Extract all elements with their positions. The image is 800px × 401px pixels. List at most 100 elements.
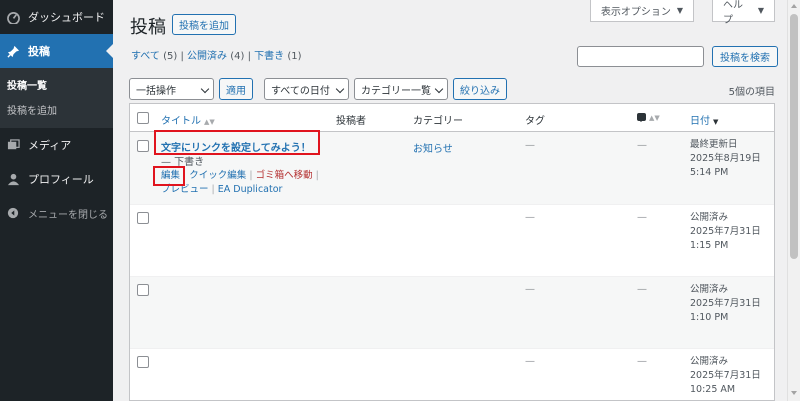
- table-header: タイトル ▲▼ 投稿者 カテゴリー タグ ▲▼ 日付 ▼: [130, 104, 774, 132]
- quick-edit-link[interactable]: クイック編集: [189, 170, 246, 181]
- column-tags: タグ: [525, 116, 545, 127]
- filter-drafts-count: (1): [287, 51, 302, 62]
- post-tags: —: [525, 356, 535, 367]
- row-checkbox[interactable]: [137, 140, 149, 152]
- post-date: 公開済み 2025年7月31日 1:10 PM: [690, 283, 761, 325]
- user-icon: [6, 172, 20, 186]
- highlight-box-edit: [153, 166, 185, 186]
- separator: |: [315, 170, 319, 181]
- filter-published-count: (4): [230, 51, 245, 62]
- sort-icon: ▲▼: [204, 118, 215, 126]
- sidebar-item-media[interactable]: メディア: [0, 128, 113, 162]
- submenu-all-posts[interactable]: 投稿一覧: [0, 72, 113, 97]
- highlight-box-title: [154, 130, 320, 155]
- screen-options-button[interactable]: 表示オプション ▼: [589, 0, 694, 22]
- sidebar-item-dashboard[interactable]: ダッシュボード: [0, 0, 113, 34]
- post-status: 公開済み: [690, 212, 729, 223]
- post-status: 公開済み: [690, 284, 729, 295]
- post-comments: —: [637, 140, 647, 151]
- items-count: 5個の項目: [728, 87, 775, 98]
- table-row: — — 公開済み 2025年7月31日 1:10 PM: [130, 277, 774, 349]
- bulk-action-select[interactable]: 一括操作: [129, 78, 214, 100]
- scrollbar-thumb[interactable]: [790, 14, 798, 259]
- post-time: 1:10 PM: [690, 312, 729, 323]
- table-row: — — 公開済み 2025年7月31日 10:25 AM: [130, 349, 774, 400]
- status-filter-links: すべて (5) | 公開済み (4) | 下書き (1): [131, 47, 301, 62]
- select-all-checkbox[interactable]: [137, 112, 149, 124]
- post-comments: —: [637, 356, 647, 367]
- scroll-down-icon[interactable]: [791, 391, 797, 395]
- filter-all-link[interactable]: すべて: [131, 51, 160, 62]
- filter-button[interactable]: 絞り込み: [453, 78, 507, 100]
- help-button[interactable]: ヘルプ ▼: [712, 0, 775, 26]
- column-comments[interactable]: ▲▼: [637, 112, 660, 123]
- category-filter-value: カテゴリー一覧: [361, 85, 431, 97]
- scroll-up-icon[interactable]: [791, 4, 797, 8]
- apply-button[interactable]: 適用: [219, 78, 253, 100]
- filter-all-count: (5): [163, 51, 178, 62]
- sort-desc-icon: ▼: [713, 118, 719, 126]
- post-status: 最終更新日: [690, 139, 738, 150]
- post-status: 公開済み: [690, 356, 729, 367]
- row-checkbox[interactable]: [137, 284, 149, 296]
- post-category-link[interactable]: お知らせ: [413, 140, 453, 155]
- table-row: 文字にリンクを設定してみよう！ — 下書き 編集 | クイック編集 | ゴミ箱へ…: [130, 130, 774, 205]
- main-content: 表示オプション ▼ ヘルプ ▼ 投稿 投稿を追加 すべて (5) | 公開済み (4…: [113, 0, 800, 401]
- sidebar-item-label: 投稿: [28, 45, 50, 58]
- filter-published-link[interactable]: 公開済み: [187, 51, 227, 62]
- search-posts-button[interactable]: 投稿を検索: [712, 46, 778, 67]
- post-time: 10:25 AM: [690, 384, 736, 395]
- sort-icon: ▲▼: [649, 114, 660, 122]
- date-filter-value: すべての日付: [271, 85, 330, 97]
- sidebar-item-label: メディア: [28, 139, 72, 152]
- admin-sidebar: ダッシュボード 投稿 投稿一覧 投稿を追加 メディア プロフィール メニューを閉…: [0, 0, 113, 401]
- column-date-label: 日付: [690, 116, 710, 127]
- post-time: 5:14 PM: [690, 167, 729, 178]
- chevron-down-icon: [335, 84, 345, 94]
- column-categories: カテゴリー: [413, 116, 463, 127]
- sidebar-item-label: ダッシュボード: [28, 11, 105, 24]
- sidebar-item-posts[interactable]: 投稿: [0, 34, 113, 68]
- help-label: ヘルプ: [723, 0, 743, 26]
- dashboard-icon: [6, 10, 20, 24]
- vertical-scrollbar[interactable]: [787, 0, 800, 401]
- post-date: 公開済み 2025年7月31日 10:25 AM: [690, 355, 761, 397]
- column-author: 投稿者: [336, 116, 366, 127]
- post-date: 最終更新日 2025年8月19日 5:14 PM: [690, 138, 761, 180]
- sidebar-item-label: メニューを閉じる: [28, 209, 108, 221]
- post-date-value: 2025年7月31日: [690, 226, 761, 237]
- post-comments: —: [637, 212, 647, 223]
- post-search-input[interactable]: [577, 46, 704, 67]
- caret-down-icon: ▼: [757, 6, 764, 15]
- chevron-down-icon: [434, 84, 444, 94]
- duplicator-link[interactable]: EA Duplicator: [218, 184, 283, 195]
- chevron-down-icon: [200, 84, 210, 94]
- submenu-add-post[interactable]: 投稿を追加: [0, 97, 113, 122]
- media-icon: [6, 138, 20, 152]
- posts-submenu: 投稿一覧 投稿を追加: [0, 68, 113, 128]
- sidebar-item-profile[interactable]: プロフィール: [0, 162, 113, 196]
- post-date-value: 2025年7月31日: [690, 370, 761, 381]
- add-new-post-button[interactable]: 投稿を追加: [172, 14, 236, 35]
- table-row: — — 公開済み 2025年7月31日 1:15 PM: [130, 205, 774, 277]
- sidebar-collapse-menu[interactable]: メニューを閉じる: [0, 196, 113, 230]
- category-filter-select[interactable]: カテゴリー一覧: [354, 78, 448, 100]
- row-checkbox[interactable]: [137, 212, 149, 224]
- collapse-icon: [6, 206, 20, 220]
- posts-table: タイトル ▲▼ 投稿者 カテゴリー タグ ▲▼ 日付 ▼ 文字にリンクを設定してみよ…: [129, 103, 775, 401]
- bulk-action-value: 一括操作: [136, 85, 176, 97]
- row-checkbox[interactable]: [137, 356, 149, 368]
- pin-icon: [6, 44, 20, 58]
- column-date[interactable]: 日付 ▼: [690, 112, 718, 127]
- trash-link[interactable]: ゴミ箱へ移動: [256, 170, 313, 181]
- post-date-value: 2025年7月31日: [690, 298, 761, 309]
- post-tags: —: [525, 284, 535, 295]
- sidebar-item-label: プロフィール: [28, 173, 94, 186]
- comment-icon: [637, 113, 646, 122]
- date-filter-select[interactable]: すべての日付: [264, 78, 349, 100]
- post-date: 公開済み 2025年7月31日 1:15 PM: [690, 211, 761, 253]
- post-comments: —: [637, 284, 647, 295]
- column-title[interactable]: タイトル ▲▼: [161, 112, 215, 127]
- filter-drafts-link[interactable]: 下書き: [254, 51, 284, 62]
- page-title: 投稿: [130, 17, 166, 38]
